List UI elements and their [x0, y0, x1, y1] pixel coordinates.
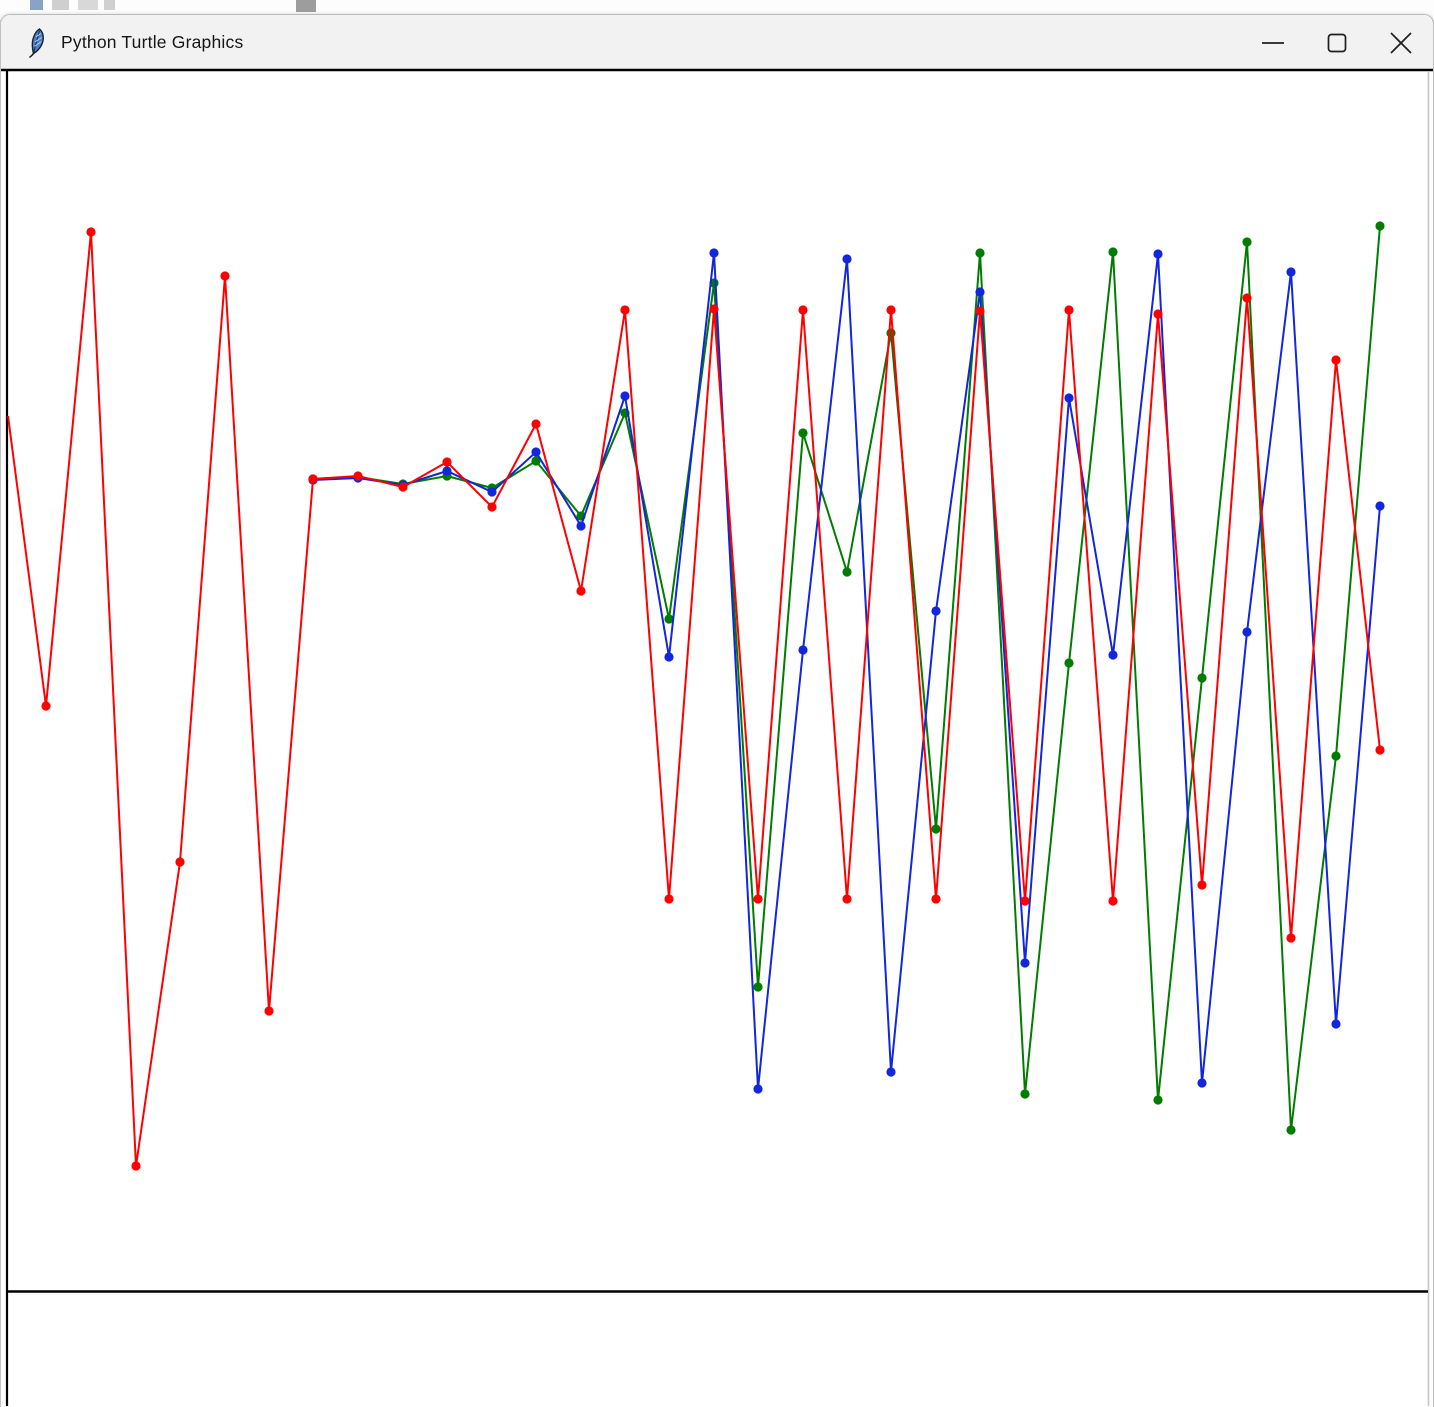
turtle-canvas: [9, 72, 1427, 1407]
minimize-button[interactable]: [1241, 15, 1305, 70]
close-button[interactable]: [1369, 15, 1433, 70]
background-window-fragment: [52, 0, 69, 10]
minimize-icon: [1261, 31, 1285, 55]
python-feather-icon: [25, 28, 47, 58]
maximize-button[interactable]: [1305, 15, 1369, 70]
window-controls: [1241, 15, 1433, 70]
titlebar[interactable]: Python Turtle Graphics: [1, 15, 1433, 70]
background-window-fragment: [78, 0, 98, 10]
maximize-icon: [1325, 31, 1349, 55]
background-window-fragment: [104, 0, 115, 10]
close-icon: [1388, 30, 1414, 56]
window-title: Python Turtle Graphics: [61, 32, 243, 53]
background-window-fragment: [296, 0, 316, 12]
turtle-graphics-window: Python Turtle Graphics: [0, 14, 1434, 1407]
background-window-fragment: [30, 0, 43, 10]
